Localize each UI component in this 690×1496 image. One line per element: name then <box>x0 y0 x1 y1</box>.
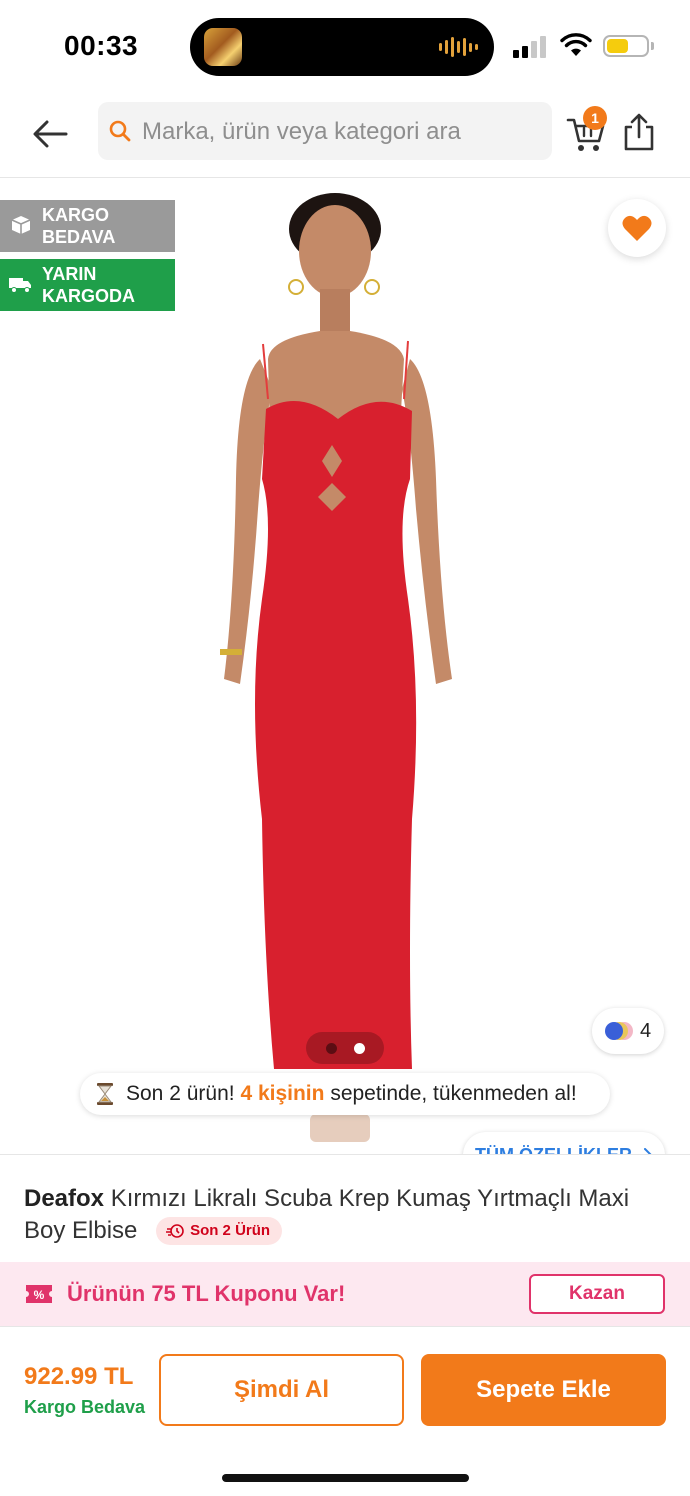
svg-text:%: % <box>34 1288 45 1302</box>
status-bar: 00:33 <box>0 0 690 92</box>
share-icon[interactable] <box>622 112 656 152</box>
low-stock-chip: Son 2 Ürün <box>156 1217 283 1245</box>
coupon-bar: % Ürünün 75 TL Kuponu Var! Kazan <box>0 1262 690 1326</box>
product-title: Deafox Kırmızı Likralı Scuba Krep Kumaş … <box>24 1183 666 1247</box>
low-stock-suffix: sepetinde, tükenmeden al! <box>330 1082 577 1105</box>
box-icon <box>11 216 31 234</box>
back-arrow-icon[interactable] <box>28 112 72 156</box>
favorite-button[interactable] <box>608 199 666 257</box>
coupon-icon: % <box>26 1285 52 1303</box>
delivery-truck-icon <box>9 278 31 293</box>
pagination-dot[interactable] <box>326 1043 337 1054</box>
free-shipping-badge-text: KARGO BEDAVA <box>42 205 116 247</box>
all-features-button[interactable]: TÜM ÖZELLİKLER <box>463 1132 665 1154</box>
shipping-info: Kargo Bedava <box>24 1397 146 1417</box>
search-input[interactable]: Marka, ürün veya kategori ara <box>98 102 552 160</box>
audio-waveform-icon <box>439 36 478 58</box>
pagination-dot-active[interactable] <box>354 1043 365 1054</box>
cart-count-badge: 1 <box>583 106 607 130</box>
buy-now-button[interactable]: Şimdi Al <box>159 1354 404 1426</box>
search-icon <box>109 120 131 142</box>
battery-level <box>607 39 628 53</box>
color-swatches-icon <box>605 1022 633 1040</box>
dynamic-island[interactable] <box>190 18 494 76</box>
product-price: 922.99 TL <box>24 1363 134 1390</box>
bottom-action-bar: 922.99 TL Kargo Bedava Şimdi Al Sepete E… <box>0 1326 690 1444</box>
wifi-icon <box>560 33 592 56</box>
color-count: 4 <box>640 1020 652 1042</box>
all-features-label: TÜM ÖZELLİKLER <box>475 1145 632 1154</box>
header-bar: Marka, ürün veya kategori ara 1 <box>0 92 690 178</box>
coupon-text: Ürünün 75 TL Kuponu Var! <box>67 1281 346 1306</box>
status-time: 00:33 <box>64 30 139 61</box>
battery-icon <box>603 35 649 57</box>
low-stock-chip-label: Son 2 Ürün <box>190 1222 271 1239</box>
home-indicator[interactable] <box>222 1474 469 1482</box>
image-pagination[interactable] <box>306 1032 384 1064</box>
battery-cap <box>651 42 654 50</box>
low-stock-prefix: Son 2 ürün! <box>126 1082 235 1105</box>
hourglass-icon <box>97 1083 113 1105</box>
low-stock-banner: Son 2 ürün! 4 kişinin sepetinde, tükenme… <box>80 1073 610 1115</box>
low-stock-text: Son 2 ürün! 4 kişinin sepetinde, tükenme… <box>126 1082 577 1106</box>
search-placeholder: Marka, ürün veya kategori ara <box>142 118 461 145</box>
product-name: Kırmızı Likralı Scuba Krep Kumaş Yırtmaç… <box>24 1185 630 1244</box>
next-day-shipping-badge-text: YARIN KARGODA <box>42 264 135 306</box>
color-options-button[interactable]: 4 <box>592 1008 664 1054</box>
now-playing-artwork <box>204 28 242 66</box>
free-shipping-badge: KARGO BEDAVA <box>0 200 175 252</box>
product-photo[interactable] <box>200 179 490 1154</box>
product-title-block: Deafox Kırmızı Likralı Scuba Krep Kumaş … <box>0 1154 690 1262</box>
claim-coupon-button[interactable]: Kazan <box>529 1274 665 1314</box>
heart-icon <box>622 215 652 241</box>
next-day-shipping-badge: YARIN KARGODA <box>0 259 175 311</box>
low-stock-highlight: 4 kişinin <box>240 1082 325 1105</box>
product-brand[interactable]: Deafox <box>24 1185 104 1212</box>
product-image-gallery[interactable]: KARGO BEDAVA YARIN KARGODA 4 Son 2 ürün!… <box>0 179 690 1154</box>
add-to-cart-button[interactable]: Sepete Ekle <box>421 1354 666 1426</box>
cellular-signal-icon <box>513 36 546 58</box>
clock-icon <box>166 1224 184 1238</box>
